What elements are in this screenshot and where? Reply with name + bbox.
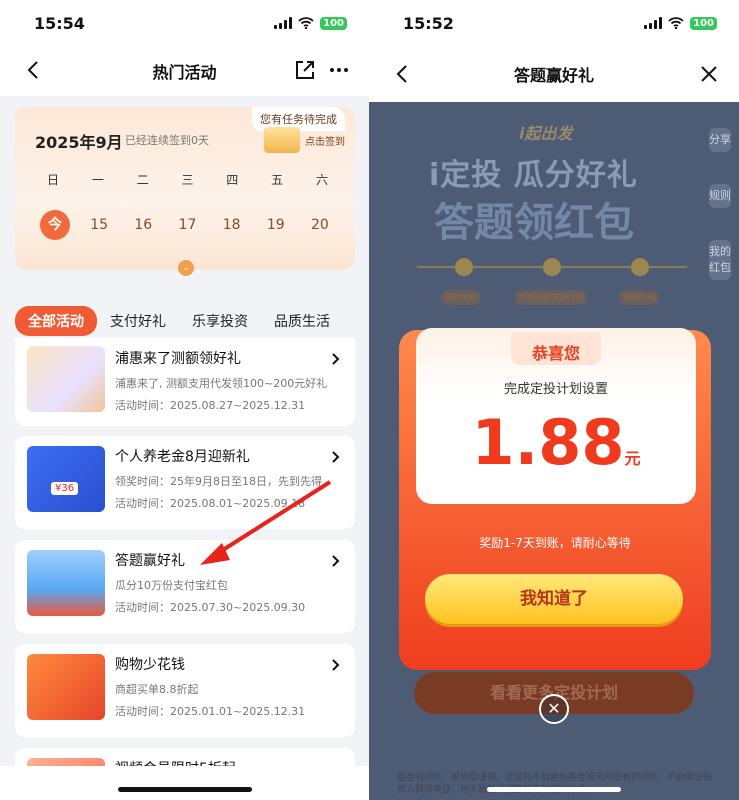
page-title: 答题赢好礼 xyxy=(513,66,594,85)
close-modal-icon[interactable]: ✕ xyxy=(539,694,569,724)
arrow-annotation xyxy=(200,480,332,565)
status-time: 15:52 xyxy=(403,13,454,33)
battery-icon: 100 xyxy=(690,16,717,30)
status-bar: 15:52 100 xyxy=(369,0,739,46)
reward-amount: 1.88 xyxy=(471,406,625,479)
risk-disclaimer: 基金有风险，投资需谨慎。定投并不能避免基金投资所固有的风险，不能保证投资人获得收… xyxy=(397,773,713,795)
side-tab-my-redpacket[interactable]: 我的红包 xyxy=(709,240,731,280)
close-icon[interactable] xyxy=(697,62,721,86)
wifi-icon xyxy=(668,17,684,29)
campaign-tag: i起出发 xyxy=(519,124,573,143)
back-icon[interactable] xyxy=(391,62,415,86)
home-indicator xyxy=(487,787,621,792)
step-label: 完成设置定投计划 xyxy=(515,290,587,305)
reward-unit: 元 xyxy=(624,449,641,468)
reward-reason: 完成定投计划设置 xyxy=(503,382,608,397)
step-label: 成功答题 xyxy=(441,290,481,305)
campaign-subtitle: 答题领红包 xyxy=(434,200,634,246)
step-check-icon xyxy=(455,258,473,276)
step-check-icon xyxy=(631,258,649,276)
campaign-title: i定投 瓜分好礼 xyxy=(429,158,638,193)
side-tab-rules[interactable]: 规则 xyxy=(709,184,731,208)
step-check-icon xyxy=(543,258,561,276)
step-label: 领取红包 xyxy=(619,290,659,305)
right-screen: 15:52 100 答题赢好礼 i起出发 i定投 瓜分好礼 答题领红包 成功答题… xyxy=(369,0,739,800)
left-screen: 15:54 100 热门活动 2025年9月 已经连续签到0天 您有任务待完成 … xyxy=(0,0,369,800)
congrats-title: 恭喜您 xyxy=(531,344,580,363)
reward-amount-wrap: 1.88元 xyxy=(416,406,696,479)
ok-button[interactable]: 我知道了 xyxy=(425,574,683,624)
signal-icon xyxy=(644,17,663,29)
reward-notice: 奖励1-7天到账，请耐心等待 xyxy=(479,536,631,550)
reward-letter: 恭喜您 完成定投计划设置 1.88元 xyxy=(416,328,696,504)
side-tab-share[interactable]: 分享 xyxy=(709,128,731,152)
nav-bar: 答题赢好礼 xyxy=(369,46,739,102)
